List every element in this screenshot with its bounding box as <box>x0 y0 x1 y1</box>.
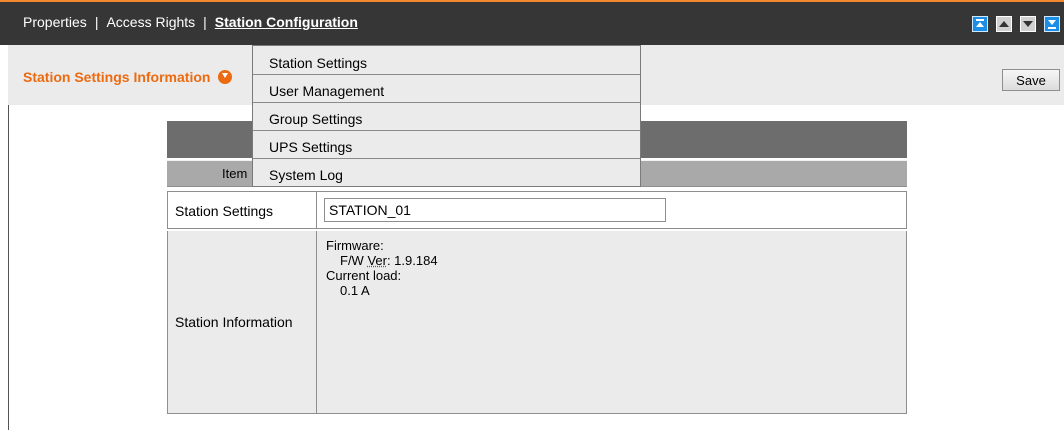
column-divider <box>316 192 317 228</box>
header-item: Item <box>222 166 248 181</box>
firmware-version: F/W Ver: 1.9.184 <box>326 253 438 268</box>
scroll-bottom-icon[interactable] <box>1044 16 1060 32</box>
expand-arrow-icon[interactable] <box>218 70 233 84</box>
menu-item-group-settings[interactable]: Group Settings <box>253 104 640 131</box>
table-row-station-settings: Station Settings <box>167 191 907 229</box>
menu-item-ups-settings[interactable]: UPS Settings <box>253 132 640 159</box>
fw-ver-word: Ver <box>367 253 387 268</box>
tab-properties[interactable]: Properties <box>23 14 87 30</box>
firmware-label: Firmware: <box>326 238 384 253</box>
scroll-buttons <box>964 16 1060 32</box>
column-divider <box>316 231 317 413</box>
table-row-station-information: Station Information Firmware: F/W Ver: 1… <box>167 231 907 414</box>
current-load-label: Current load: <box>326 268 402 283</box>
section-title: Station Settings Information <box>23 69 233 85</box>
fw-version-value: : 1.9.184 <box>386 253 438 268</box>
station-information-label: Station Information <box>175 314 293 330</box>
scroll-down-icon[interactable] <box>1020 16 1036 32</box>
scroll-up-icon[interactable] <box>996 16 1012 32</box>
nav-separator: | <box>203 14 207 30</box>
nav-separator: | <box>94 14 99 30</box>
menu-item-system-log[interactable]: System Log <box>253 160 640 187</box>
station-settings-label: Station Settings <box>175 203 274 219</box>
save-button[interactable]: Save <box>1002 69 1060 91</box>
tab-navigation: Properties | Access Rights | Station Configu… <box>23 14 358 30</box>
station-info-block: Firmware: F/W Ver: 1.9.184 Current load:… <box>326 238 438 298</box>
station-name-input[interactable] <box>324 198 666 222</box>
tab-station-configuration[interactable]: Station Configuration <box>215 14 358 30</box>
fw-prefix: F/W <box>340 253 368 268</box>
top-navigation-bar: Properties | Access Rights | Station Configu… <box>0 0 1064 45</box>
current-load-value: 0.1 A <box>340 283 370 298</box>
content-border <box>8 105 9 430</box>
station-configuration-menu: Station Settings User Management Group S… <box>252 45 641 187</box>
menu-item-user-management[interactable]: User Management <box>253 76 640 103</box>
tab-access-rights[interactable]: Access Rights <box>106 14 195 30</box>
menu-item-station-settings[interactable]: Station Settings <box>253 48 640 75</box>
section-title-text: Station Settings Information <box>23 69 211 85</box>
scroll-top-icon[interactable] <box>972 16 988 32</box>
